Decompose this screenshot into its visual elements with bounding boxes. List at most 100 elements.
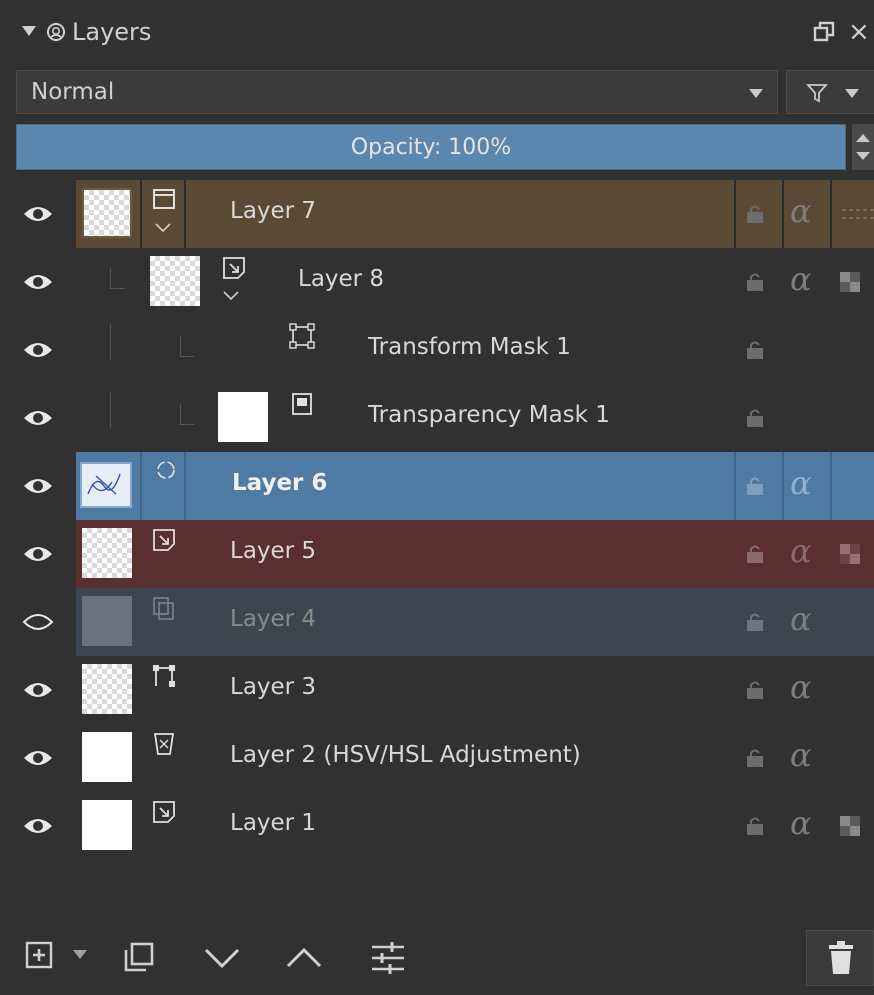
tree-guide [180, 424, 194, 425]
layer-row[interactable]: Layer 8 α [0, 248, 874, 316]
layer-row[interactable]: Layer 2 (HSV/HSL Adjustment) α [0, 724, 874, 792]
visibility-eye-icon[interactable] [22, 406, 54, 430]
column-divider [782, 180, 784, 248]
spin-up-icon[interactable] [856, 134, 870, 142]
visibility-eye-icon[interactable] [22, 814, 54, 838]
trash-icon [829, 941, 853, 974]
add-layer-menu-chevron-icon[interactable] [72, 948, 88, 962]
lock-icon[interactable] [746, 272, 764, 292]
layer-name[interactable]: Transparency Mask 1 [368, 402, 610, 428]
clone-layer-icon [153, 597, 174, 620]
layer-row[interactable]: Layer 6 α [0, 452, 874, 520]
layer-row[interactable]: Layer 3 α [0, 656, 874, 724]
column-divider [830, 180, 832, 248]
lock-icon[interactable] [746, 476, 764, 496]
layer-row[interactable]: Layer 1 α [0, 792, 874, 860]
chevron-down-icon[interactable] [222, 290, 240, 302]
layers-docker: Layers × Normal Opacity: 100% Layer 7 α … [0, 0, 874, 995]
layer-name[interactable]: Transform Mask 1 [368, 334, 571, 360]
transform-mask-icon [289, 323, 315, 349]
docker-titlebar: Layers × [0, 0, 874, 68]
layer-name[interactable]: Layer 3 [230, 674, 316, 700]
layer-thumbnail [82, 800, 132, 850]
spin-down-icon[interactable] [856, 152, 870, 160]
layer-thumbnail [82, 188, 132, 238]
alpha-lock-icon[interactable]: α [790, 600, 812, 638]
adjustment-layer-icon [153, 733, 175, 755]
layer-name[interactable]: Layer 1 [230, 810, 316, 836]
close-docker-icon[interactable]: × [848, 19, 870, 45]
transparency-mask-icon [292, 393, 312, 415]
column-divider [782, 452, 784, 520]
alpha-lock-icon[interactable]: α [790, 668, 812, 706]
layer-name[interactable]: Layer 2 (HSV/HSL Adjustment) [230, 742, 581, 768]
layer-properties-icon[interactable] [368, 940, 408, 976]
visibility-off-eye-icon[interactable] [22, 610, 54, 634]
layers-docker-icon [47, 23, 65, 41]
layer-list: Layer 7 α Layer 8 α Transform Mask 1 Tra… [0, 180, 874, 920]
tree-guide [110, 288, 124, 289]
layer-name[interactable]: Layer 8 [298, 266, 384, 292]
layer-row[interactable]: Layer 4 α [0, 588, 874, 656]
opacity-value: 100% [448, 135, 512, 160]
add-layer-icon[interactable] [24, 940, 54, 970]
layer-row[interactable]: Layer 5 α [0, 520, 874, 588]
opacity-spinbox[interactable] [852, 124, 874, 170]
alpha-lock-icon[interactable]: α [790, 532, 812, 570]
visibility-eye-icon[interactable] [22, 678, 54, 702]
lock-icon[interactable] [746, 408, 764, 428]
layer-row[interactable]: Transform Mask 1 [0, 316, 874, 384]
visibility-eye-icon[interactable] [22, 474, 54, 498]
paint-layer-icon [153, 801, 175, 823]
move-layer-down-icon[interactable] [202, 940, 242, 974]
delete-layer-button[interactable] [806, 930, 874, 986]
alpha-lock-icon[interactable]: α [790, 192, 812, 230]
alpha-lock-icon[interactable]: α [790, 260, 812, 298]
alpha-lock-icon[interactable]: α [790, 804, 812, 842]
lock-icon[interactable] [746, 204, 764, 224]
layer-thumbnail [82, 664, 132, 714]
inherit-alpha-icon[interactable] [838, 540, 874, 568]
visibility-eye-icon[interactable] [22, 746, 54, 770]
lock-icon[interactable] [746, 612, 764, 632]
move-layer-up-icon[interactable] [284, 940, 324, 974]
visibility-eye-icon[interactable] [22, 270, 54, 294]
lock-icon[interactable] [746, 680, 764, 700]
layer-row[interactable]: Layer 7 α [0, 180, 874, 248]
tree-guide [110, 268, 111, 288]
alpha-lock-icon[interactable]: α [790, 736, 812, 774]
blend-mode-value: Normal [31, 79, 115, 105]
paint-layer-icon [153, 529, 175, 551]
inherit-alpha-icon[interactable] [838, 268, 874, 296]
tree-guide [110, 324, 111, 360]
layer-name[interactable]: Layer 5 [230, 538, 316, 564]
duplicate-layer-icon[interactable] [122, 940, 156, 974]
layer-name[interactable]: Layer 6 [232, 470, 327, 496]
filter-layer-icon [157, 461, 175, 479]
layer-name[interactable]: Layer 7 [230, 198, 316, 224]
float-docker-icon[interactable] [812, 20, 836, 44]
layer-filter-button[interactable] [786, 70, 874, 114]
column-divider [184, 180, 186, 248]
layer-name[interactable]: Layer 4 [230, 606, 316, 632]
layer-thumbnail [82, 528, 132, 578]
collapse-arrow-icon[interactable] [22, 26, 36, 36]
layer-row[interactable]: Transparency Mask 1 [0, 384, 874, 452]
blend-mode-select[interactable]: Normal [16, 70, 778, 114]
chevron-down-icon[interactable] [154, 222, 172, 234]
lock-icon[interactable] [746, 340, 764, 360]
lock-icon[interactable] [746, 748, 764, 768]
visibility-eye-icon[interactable] [22, 338, 54, 362]
visibility-eye-icon[interactable] [22, 202, 54, 226]
lock-icon[interactable] [746, 816, 764, 836]
opacity-label: Opacity: [350, 135, 442, 160]
layer-thumbnail [82, 732, 132, 782]
column-divider [140, 452, 142, 520]
visibility-eye-icon[interactable] [22, 542, 54, 566]
passthrough-icon[interactable] [838, 200, 874, 228]
lock-icon[interactable] [746, 544, 764, 564]
inherit-alpha-icon[interactable] [838, 812, 874, 840]
alpha-lock-icon[interactable]: α [790, 464, 812, 502]
opacity-slider[interactable]: Opacity: 100% [16, 124, 846, 170]
tree-guide [110, 392, 111, 428]
